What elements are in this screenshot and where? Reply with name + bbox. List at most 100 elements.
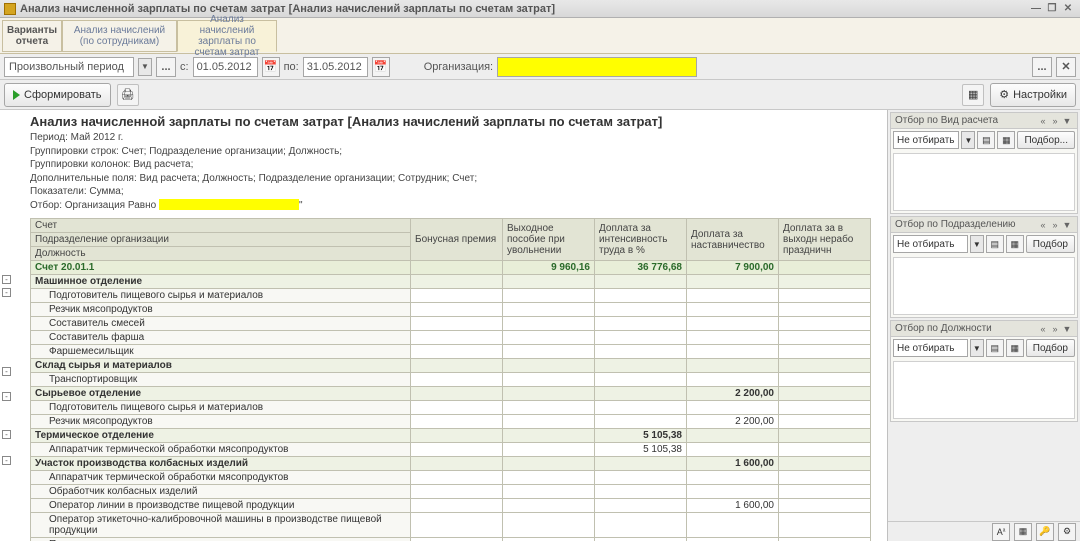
- cell: 7 900,00: [687, 261, 779, 275]
- cell: [779, 429, 871, 443]
- report-grp-cols: Группировки колонок: Вид расчета;: [30, 158, 887, 172]
- filter-mode-arrow[interactable]: ▼: [970, 339, 984, 357]
- cell: 9 960,16: [503, 261, 595, 275]
- window-title: Анализ начисленной зарплаты по счетам за…: [20, 3, 555, 15]
- select-button[interactable]: Подбор: [1026, 235, 1075, 253]
- tree-collapse[interactable]: -: [2, 456, 11, 465]
- tree-collapse[interactable]: -: [2, 392, 11, 401]
- cell: [595, 485, 687, 499]
- filter-mode-select[interactable]: Не отбирать: [893, 235, 968, 253]
- filter-bar: Произвольный период ▼ ... с: 01.05.2012 …: [0, 54, 1080, 80]
- row-name: Аппаратчик термической обработки мясопро…: [31, 471, 411, 485]
- period-dropdown-arrow[interactable]: ▼: [138, 58, 152, 76]
- play-icon: [13, 90, 20, 100]
- cell: [411, 513, 503, 538]
- tree-collapse[interactable]: -: [2, 367, 11, 376]
- key-icon[interactable]: 🔑: [1036, 523, 1054, 541]
- cell: [687, 373, 779, 387]
- row-name: Аппаратчик термической обработки мясопро…: [31, 443, 411, 457]
- tab-analysis-employees[interactable]: Анализ начислений (по сотрудникам): [62, 20, 177, 52]
- gear-icon[interactable]: ⚙: [1058, 523, 1076, 541]
- filter-clear-button[interactable]: ✕: [1056, 57, 1076, 77]
- close-button[interactable]: ✕: [1060, 2, 1076, 16]
- panel-list[interactable]: [893, 361, 1075, 419]
- cell: [503, 538, 595, 541]
- tab-analysis-costs[interactable]: Анализ начислений зарплаты по счетам зат…: [177, 20, 277, 52]
- cell: [779, 513, 871, 538]
- panel-drop[interactable]: ▼: [1061, 115, 1073, 127]
- cell: [503, 387, 595, 401]
- panel-list[interactable]: [893, 257, 1075, 315]
- panel-position: Отбор по Должности«»▼ Не отбирать ▼ ▤ ▦ …: [890, 320, 1078, 422]
- cell: [411, 261, 503, 275]
- cell: 5 105,38: [595, 443, 687, 457]
- cell: [687, 303, 779, 317]
- col-bonus: Бонусная премия: [411, 219, 503, 261]
- cell: [411, 387, 503, 401]
- pick-list-icon[interactable]: ▤: [986, 235, 1004, 253]
- select-button[interactable]: Подбор...: [1017, 131, 1075, 149]
- grid-view-button[interactable]: ▦: [962, 84, 984, 106]
- cell: [687, 317, 779, 331]
- row-name: Резчик мясопродуктов: [31, 303, 411, 317]
- date-to-input[interactable]: 31.05.2012: [303, 57, 368, 77]
- row-name: Оператор этикеточно-калибровочной машины…: [31, 513, 411, 538]
- settings-button[interactable]: ⚙Настройки: [990, 83, 1076, 107]
- filter-mode-select[interactable]: Не отбирать: [893, 339, 968, 357]
- period-dropdown[interactable]: Произвольный период: [4, 57, 134, 77]
- date-from-input[interactable]: 01.05.2012: [193, 57, 258, 77]
- tab-variants[interactable]: Варианты отчета: [2, 20, 62, 52]
- row-name: Подготовитель пищевого сырья и материало…: [31, 538, 411, 541]
- pick-tree-icon[interactable]: ▦: [1006, 339, 1024, 357]
- cell: [411, 331, 503, 345]
- panel-title: Отбор по Подразделению: [895, 219, 1016, 230]
- panel-list[interactable]: [893, 153, 1075, 211]
- cell: [503, 401, 595, 415]
- print-button[interactable]: 🖨: [117, 84, 139, 106]
- tree-collapse[interactable]: -: [2, 288, 11, 297]
- cell: [687, 289, 779, 303]
- minimize-button[interactable]: —: [1028, 2, 1044, 16]
- report-table: Счет Бонусная премия Выходное пособие пр…: [30, 218, 871, 541]
- grid-icon[interactable]: ▦: [1014, 523, 1032, 541]
- panel-prev[interactable]: «: [1037, 323, 1049, 335]
- cell: [411, 485, 503, 499]
- pick-tree-icon[interactable]: ▦: [1006, 235, 1024, 253]
- cell: 1 600,00: [687, 499, 779, 513]
- pick-list-icon[interactable]: ▤: [977, 131, 995, 149]
- organization-field[interactable]: [497, 57, 697, 77]
- panel-prev[interactable]: «: [1037, 115, 1049, 127]
- col-severance: Выходное пособие при увольнении: [503, 219, 595, 261]
- cell: [503, 275, 595, 289]
- panel-drop[interactable]: ▼: [1061, 219, 1073, 231]
- filter-more-button[interactable]: ...: [1032, 57, 1052, 77]
- panel-next[interactable]: »: [1049, 323, 1061, 335]
- panel-drop[interactable]: ▼: [1061, 323, 1073, 335]
- filter-mode-arrow[interactable]: ▼: [970, 235, 984, 253]
- tree-collapse[interactable]: -: [2, 430, 11, 439]
- panel-next[interactable]: »: [1049, 115, 1061, 127]
- tree-collapse[interactable]: -: [2, 275, 11, 284]
- calendar-from-icon[interactable]: 📅: [262, 57, 280, 77]
- font-icon[interactable]: Aᵃ: [992, 523, 1010, 541]
- cell: [411, 275, 503, 289]
- cell: [687, 359, 779, 373]
- titlebar: Анализ начисленной зарплаты по счетам за…: [0, 0, 1080, 18]
- cell: [779, 303, 871, 317]
- calendar-to-icon[interactable]: 📅: [372, 57, 390, 77]
- report-grp-rows: Группировки строк: Счет; Подразделение о…: [30, 145, 887, 159]
- filter-mode-select[interactable]: Не отбирать: [893, 131, 959, 149]
- panel-prev[interactable]: «: [1037, 219, 1049, 231]
- pick-tree-icon[interactable]: ▦: [997, 131, 1015, 149]
- cell: [779, 415, 871, 429]
- generate-button[interactable]: Сформировать: [4, 83, 111, 107]
- period-more-button[interactable]: ...: [156, 57, 176, 77]
- maximize-button[interactable]: ❐: [1044, 2, 1060, 16]
- report-add-fields: Дополнительные поля: Вид расчета; Должно…: [30, 172, 887, 186]
- report-viewport[interactable]: - - - - - - Анализ начисленной зарплаты …: [0, 110, 888, 541]
- cell: [595, 471, 687, 485]
- panel-next[interactable]: »: [1049, 219, 1061, 231]
- filter-mode-arrow[interactable]: ▼: [961, 131, 975, 149]
- pick-list-icon[interactable]: ▤: [986, 339, 1004, 357]
- select-button[interactable]: Подбор: [1026, 339, 1075, 357]
